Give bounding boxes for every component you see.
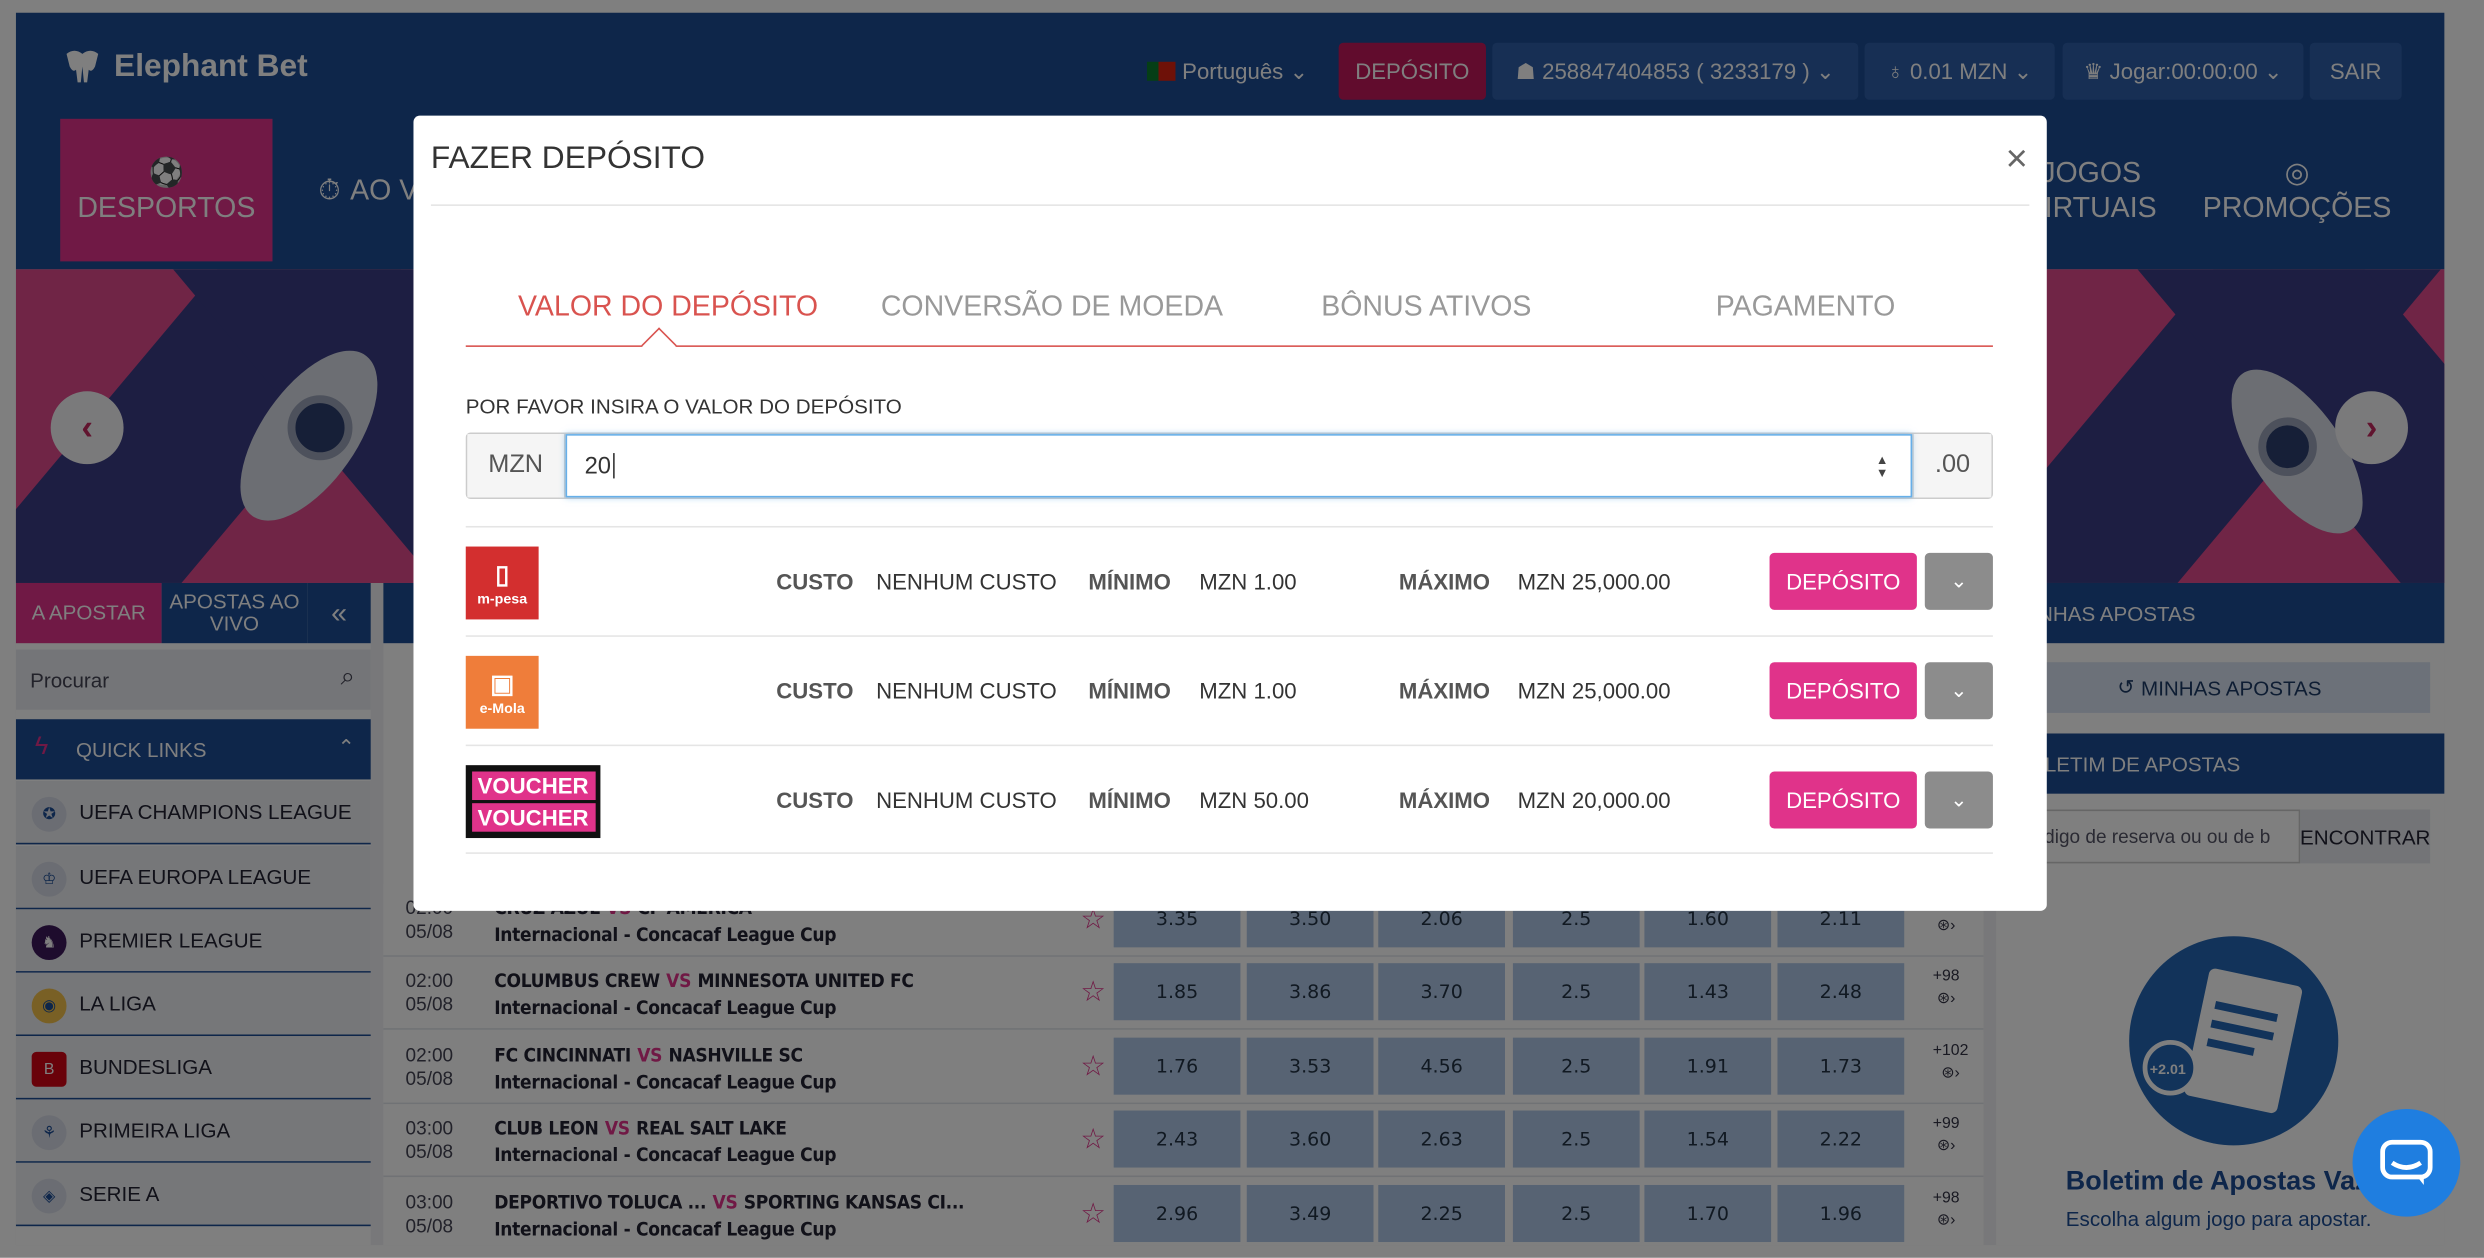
min-value: MZN 1.00 [1199,568,1297,595]
number-spinner-icon[interactable]: ▲ ▼ [1876,454,1889,480]
cost-label: CUSTO [776,568,854,595]
voucher-logo: VOUCHER VOUCHER [465,765,601,839]
cost-label: CUSTO [776,787,854,813]
amount-input-group: MZN 20 ▲ ▼ .00 [465,432,1993,500]
min-label: MÍNIMO [1088,568,1171,595]
cost-value: NENHUM CUSTO [876,678,1057,704]
emola-deposit-button[interactable]: DEPÓSITO [1769,662,1917,720]
decimals-addon: .00 [1912,434,1992,498]
deposit-modal: FAZER DEPÓSITO × VALOR DO DEPÓSITO CONVE… [413,115,2047,911]
phone-icon: ▯ [495,562,510,590]
voucher-logo-text: VOUCHER [471,771,595,801]
chevron-down-icon: ⌄ [1950,678,1968,702]
max-label: MÁXIMO [1398,787,1491,813]
cost-value: NENHUM CUSTO [876,787,1057,813]
emola-logo-text: e-Mola [479,700,525,717]
chat-bubble-icon [2380,1139,2433,1185]
modal-divider [430,204,2030,206]
max-value: MZN 25,000.00 [1517,678,1671,704]
mpesa-logo-text: m-pesa [477,590,528,607]
max-value: MZN 25,000.00 [1517,568,1671,595]
cost-label: CUSTO [776,678,854,704]
modal-title: FAZER DEPÓSITO [430,140,705,176]
cost-value: NENHUM CUSTO [876,568,1057,595]
wallet-icon: ▣ [490,671,515,699]
chevron-down-icon: ⌄ [1950,568,1968,593]
min-label: MÍNIMO [1088,787,1171,813]
tab-active-bonuses[interactable]: BÔNUS ATIVOS [1321,290,1531,323]
tab-deposit-amount[interactable]: VALOR DO DEPÓSITO [518,290,818,323]
emola-logo: ▣ e-Mola [465,655,539,729]
payment-method-row: VOUCHER VOUCHER CUSTO NENHUM CUSTO MÍNIM… [465,744,1993,854]
mpesa-logo: ▯ m-pesa [465,546,539,620]
deposit-button-label: DEPÓSITO [1786,787,1901,813]
min-value: MZN 50.00 [1199,787,1309,813]
mpesa-expand-button[interactable]: ⌄ [1924,552,1993,610]
voucher-logo-text: VOUCHER [471,803,595,832]
min-label: MÍNIMO [1088,678,1171,704]
live-chat-button[interactable] [2352,1108,2461,1217]
voucher-expand-button[interactable]: ⌄ [1924,771,1993,829]
tab-currency-conversion[interactable]: CONVERSÃO DE MOEDA [881,290,1223,323]
max-label: MÁXIMO [1398,678,1491,704]
tab-payment[interactable]: PAGAMENTO [1716,290,1896,323]
emola-expand-button[interactable]: ⌄ [1924,662,1993,720]
max-value: MZN 20,000.00 [1517,787,1671,813]
text-cursor [612,453,615,479]
deposit-button-label: DEPÓSITO [1786,678,1901,704]
amount-input[interactable]: 20 ▲ ▼ [565,434,1913,498]
active-tab-caret [641,327,677,364]
payment-method-row: ▯ m-pesa CUSTO NENHUM CUSTO MÍNIMO MZN 1… [465,525,1993,635]
chevron-down-icon: ⌄ [1950,787,1968,812]
max-label: MÁXIMO [1398,568,1491,595]
min-value: MZN 1.00 [1199,678,1297,704]
close-icon[interactable]: × [2006,138,2028,182]
deposit-steps-tabs: VALOR DO DEPÓSITO CONVERSÃO DE MOEDA BÔN… [465,268,1993,364]
currency-addon: MZN [467,434,566,498]
payment-method-row: ▣ e-Mola CUSTO NENHUM CUSTO MÍNIMO MZN 1… [465,635,1993,744]
amount-input-value: 20 [584,452,612,480]
voucher-deposit-button[interactable]: DEPÓSITO [1769,771,1917,829]
mpesa-deposit-button[interactable]: DEPÓSITO [1769,552,1917,610]
amount-label: POR FAVOR INSIRA O VALOR DO DEPÓSITO [465,394,902,419]
deposit-button-label: DEPÓSITO [1786,568,1901,595]
